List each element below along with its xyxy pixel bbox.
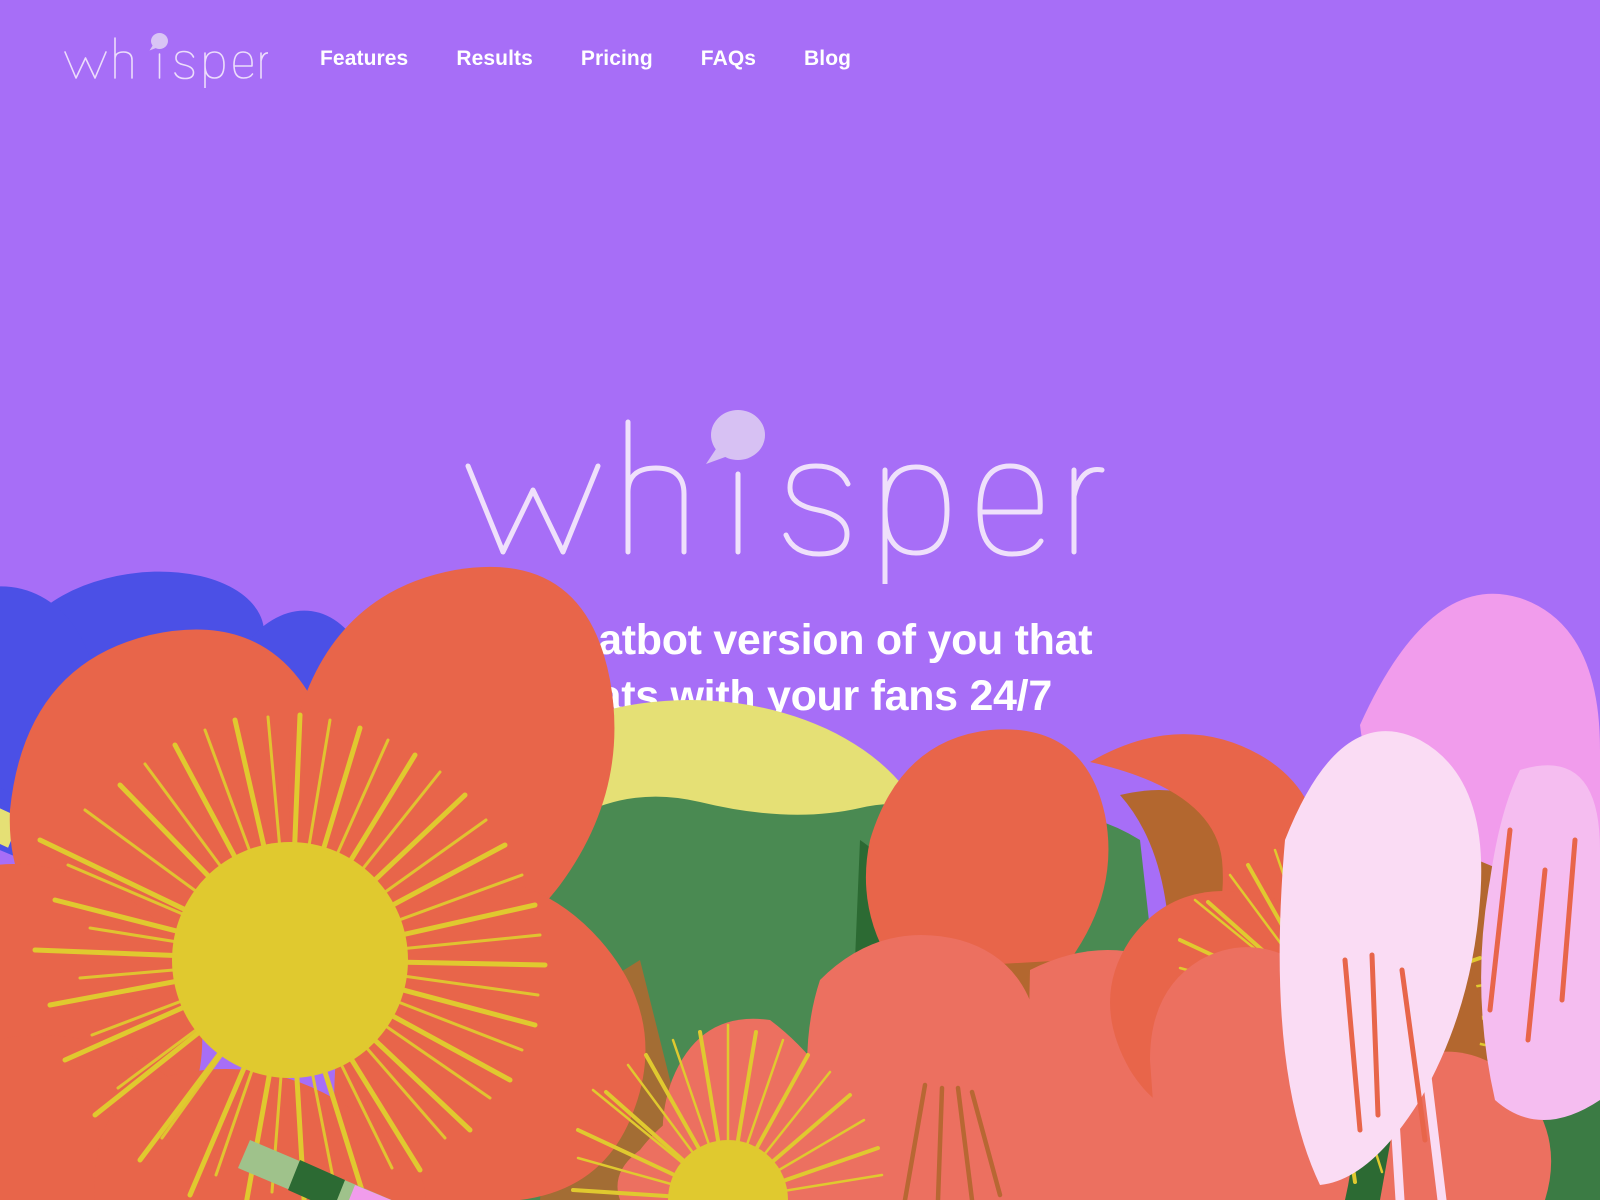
hero-letterforms bbox=[465, 419, 1105, 587]
artwork-green-foliage bbox=[500, 796, 1180, 1200]
hero-tagline-line-2: chats with your fans 24/7 bbox=[548, 672, 1052, 720]
nav-link-blog[interactable]: Blog bbox=[780, 39, 875, 79]
main-navigation: Features Results Pricing FAQs Blog bbox=[0, 0, 1600, 118]
hero-logo bbox=[450, 404, 1150, 587]
hero-section: A chatbot version of you that chats with… bbox=[0, 0, 1600, 1200]
artwork-yellow-blob bbox=[445, 700, 935, 1040]
artwork-small-flower-bottom bbox=[571, 1023, 888, 1200]
artwork-coral-cluster-center bbox=[662, 729, 1322, 1200]
hero-tagline: A chatbot version of you that chats with… bbox=[0, 612, 1600, 724]
artwork-green-foliage-right bbox=[1150, 980, 1600, 1200]
artwork-coral-flower-right bbox=[1110, 833, 1552, 1200]
artwork-pale-stems bbox=[238, 1140, 392, 1200]
nav-link-faqs[interactable]: FAQs bbox=[677, 39, 780, 79]
nav-link-pricing[interactable]: Pricing bbox=[557, 39, 677, 79]
hero-logo-wordmark bbox=[465, 410, 1105, 587]
hero-tagline-line-1: A chatbot version of you that bbox=[507, 616, 1093, 664]
speech-bubble-icon bbox=[149, 33, 168, 51]
nav-link-features[interactable]: Features bbox=[296, 39, 432, 79]
nav-link-results[interactable]: Results bbox=[432, 39, 557, 79]
brand-logo[interactable] bbox=[58, 28, 270, 90]
speech-bubble-icon bbox=[706, 410, 765, 464]
artwork-brown-bulbs bbox=[884, 790, 1578, 1119]
artwork-striped-stem bbox=[0, 808, 275, 965]
nav-links: Features Results Pricing FAQs Blog bbox=[296, 39, 875, 79]
artwork-pink-fan-left bbox=[108, 715, 390, 1065]
page-root: Features Results Pricing FAQs Blog A cha… bbox=[0, 0, 1600, 1200]
brand-logo-wordmark bbox=[64, 33, 270, 90]
